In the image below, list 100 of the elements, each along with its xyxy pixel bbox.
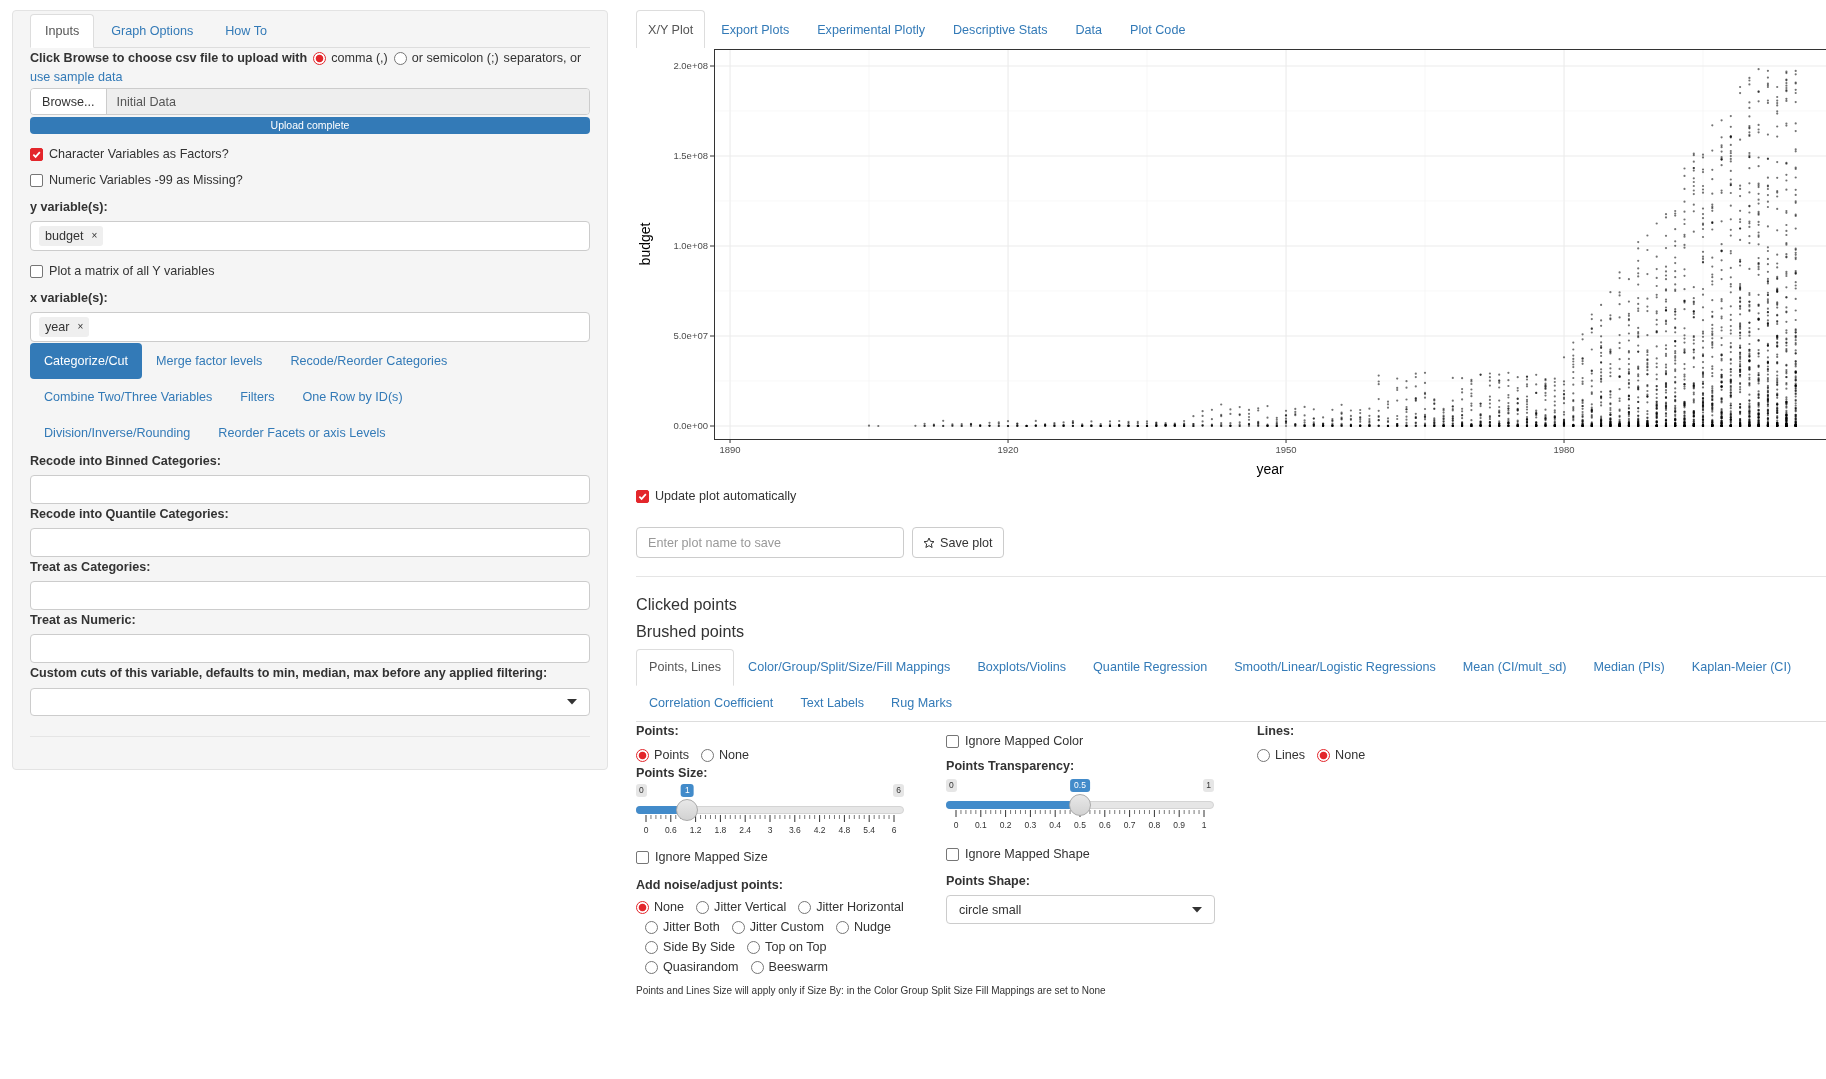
tab[interactable]: Categorize/Cut bbox=[30, 343, 142, 379]
slider-track[interactable] bbox=[946, 801, 1214, 809]
section-heading: Brushed points bbox=[636, 621, 745, 642]
section-heading: Clicked points bbox=[636, 594, 738, 615]
plot-name-field[interactable]: Enter plot name to save bbox=[636, 527, 904, 558]
browse-button[interactable]: Browse... bbox=[31, 89, 107, 114]
radio-label: or semicolon (;) bbox=[411, 50, 499, 68]
checkbox[interactable] bbox=[636, 489, 649, 503]
radio-button[interactable] bbox=[701, 748, 714, 762]
tab[interactable]: Data bbox=[1063, 10, 1115, 48]
variable-select[interactable]: budget × bbox=[30, 221, 590, 251]
field-label: Treat as Categories: bbox=[30, 559, 152, 576]
tab[interactable]: Export Plots bbox=[709, 10, 802, 48]
sample-data-link[interactable]: use sample data bbox=[30, 70, 123, 85]
radio-label: None bbox=[1335, 748, 1366, 762]
tick-label: 2.4 bbox=[739, 825, 752, 835]
tab[interactable]: Recode/Reorder Categories bbox=[276, 343, 462, 379]
field-label: Add noise/adjust points: bbox=[636, 877, 783, 894]
input-field[interactable] bbox=[30, 634, 590, 663]
slider-handle[interactable] bbox=[1069, 794, 1091, 816]
tick-label: 4.8 bbox=[838, 825, 851, 835]
slider-track[interactable] bbox=[636, 806, 904, 814]
radio-label: Top on Top bbox=[765, 940, 827, 954]
radio-label: Side By Side bbox=[663, 940, 736, 954]
checkbox[interactable] bbox=[30, 173, 43, 187]
tab[interactable]: Experimental Plotly bbox=[805, 10, 937, 48]
radio-button[interactable] bbox=[393, 52, 407, 66]
tick-label: 0.2 bbox=[999, 820, 1012, 830]
checkbox-label: Ignore Mapped Shape bbox=[965, 847, 1090, 861]
tab[interactable]: Correlation Coefficient bbox=[636, 685, 787, 722]
tab[interactable]: Color/Group/Split/Size/Fill Mappings bbox=[735, 649, 964, 686]
tab[interactable]: Plot Code bbox=[1118, 10, 1198, 48]
radio-label: None bbox=[719, 748, 750, 762]
remove-button[interactable]: × bbox=[77, 319, 84, 335]
tab[interactable]: Graph Options bbox=[96, 14, 209, 48]
tab[interactable]: X/Y Plot bbox=[636, 10, 706, 48]
checkbox[interactable] bbox=[636, 850, 649, 864]
radio-button[interactable] bbox=[645, 920, 658, 934]
save-button[interactable]: Save plot bbox=[912, 527, 1004, 558]
tab[interactable]: Inputs bbox=[30, 14, 95, 48]
checkbox-label: Numeric Variables -99 as Missing? bbox=[49, 173, 243, 187]
radio-button[interactable] bbox=[731, 920, 745, 934]
variable-select[interactable]: year × bbox=[30, 312, 590, 342]
radio-button[interactable] bbox=[645, 940, 658, 954]
radio-label: Jitter Both bbox=[663, 920, 720, 934]
tab[interactable]: Descriptive Stats bbox=[941, 10, 1060, 48]
tick-label: 3.6 bbox=[788, 825, 801, 835]
tick-label: 0.9 bbox=[1173, 820, 1186, 830]
slider-handle[interactable] bbox=[676, 799, 699, 821]
radio-button[interactable] bbox=[1257, 748, 1270, 762]
tab[interactable]: Median (PIs) bbox=[1580, 649, 1678, 686]
select-field[interactable] bbox=[30, 688, 590, 716]
shape-select[interactable]: circle small bbox=[946, 895, 1215, 924]
checkbox-label: Character Variables as Factors? bbox=[49, 147, 229, 161]
tab[interactable]: Mean (CI/mult_sd) bbox=[1449, 649, 1580, 686]
field-label: Points: bbox=[636, 723, 679, 740]
tab[interactable]: Quantile Regression bbox=[1080, 649, 1221, 686]
slider-min-label: 0 bbox=[636, 784, 647, 797]
input-field[interactable] bbox=[30, 581, 590, 610]
tab[interactable]: Filters bbox=[226, 379, 289, 415]
tab[interactable]: One Row by ID(s) bbox=[288, 379, 417, 415]
radio-button[interactable] bbox=[645, 960, 658, 974]
radio-label: Nudge bbox=[853, 920, 891, 934]
note: Points and Lines Size will apply only if Size By: in the Color Group Split Size Fill Mappings are set to None bbox=[636, 984, 1106, 998]
field-label: Points Transparency: bbox=[946, 758, 1075, 775]
radio-button[interactable] bbox=[636, 748, 649, 762]
tab[interactable]: Merge factor levels bbox=[142, 343, 277, 379]
tab[interactable]: Kaplan-Meier (CI) bbox=[1678, 649, 1805, 686]
tab[interactable]: How To bbox=[210, 14, 282, 48]
input-field[interactable] bbox=[30, 528, 590, 557]
checkbox[interactable] bbox=[946, 734, 959, 748]
tab[interactable]: Smooth/Linear/Logistic Regressions bbox=[1221, 649, 1449, 686]
radio-label: None bbox=[654, 900, 685, 914]
radio-button[interactable] bbox=[313, 52, 327, 66]
tab[interactable]: Text Labels bbox=[787, 685, 878, 722]
radio-button[interactable] bbox=[636, 900, 649, 914]
tick-label: 0.4 bbox=[1049, 820, 1062, 830]
radio-button[interactable] bbox=[747, 940, 761, 954]
input-field[interactable] bbox=[30, 475, 590, 504]
tick-label: 0.1 bbox=[974, 820, 987, 830]
tab[interactable]: Points, Lines bbox=[636, 649, 735, 686]
caret-icon bbox=[1192, 906, 1202, 913]
tab[interactable]: Division/Inverse/Rounding bbox=[30, 415, 205, 451]
file-input[interactable]: Browse... Initial Data bbox=[30, 88, 590, 115]
checkbox-label: Update plot automatically bbox=[655, 489, 797, 503]
radio-button[interactable] bbox=[1317, 748, 1331, 762]
remove-button[interactable]: × bbox=[91, 228, 98, 244]
tag-label: budget bbox=[45, 228, 84, 244]
tab[interactable]: Reorder Facets or axis Levels bbox=[204, 415, 400, 451]
checkbox[interactable] bbox=[30, 264, 43, 278]
tab[interactable]: Rug Marks bbox=[878, 685, 965, 722]
checkbox[interactable] bbox=[946, 847, 959, 861]
radio-button[interactable] bbox=[696, 900, 710, 914]
radio-button[interactable] bbox=[750, 960, 764, 974]
checkbox[interactable] bbox=[30, 147, 43, 161]
tab[interactable]: Combine Two/Three Variables bbox=[30, 379, 227, 415]
tab[interactable]: Boxplots/Violins bbox=[964, 649, 1080, 686]
tick-label: 1 bbox=[1201, 820, 1207, 830]
radio-button[interactable] bbox=[835, 920, 849, 934]
radio-button[interactable] bbox=[798, 900, 812, 914]
